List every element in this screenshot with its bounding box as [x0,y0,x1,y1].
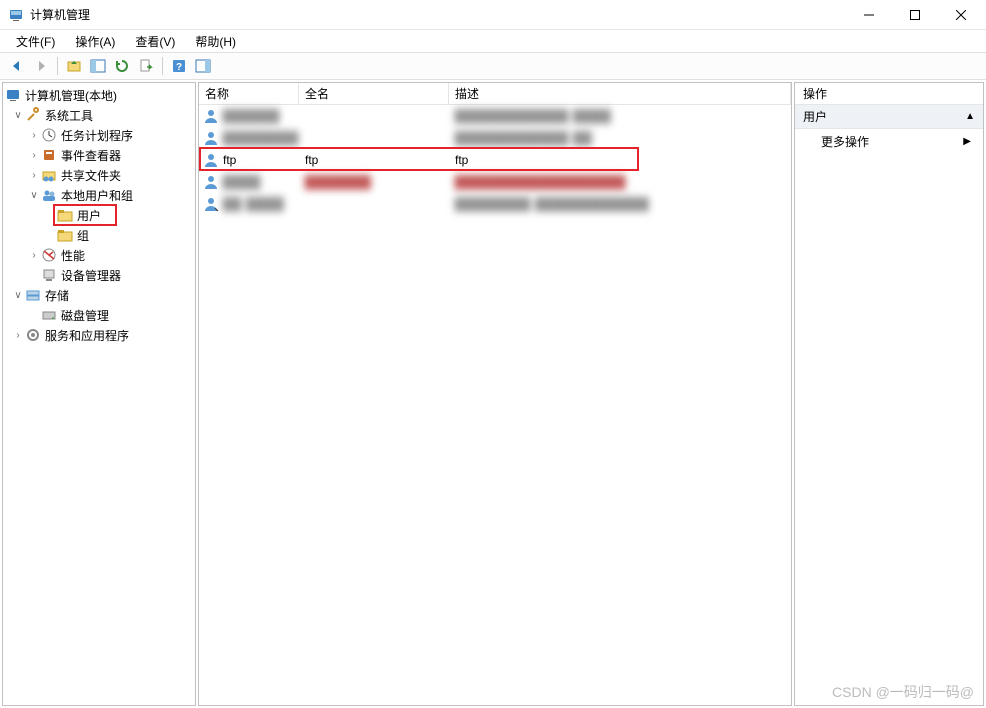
row-name: ftp [223,153,236,167]
event-viewer-icon [41,147,57,163]
tree-services-apps[interactable]: › 服务和应用程序 [3,325,195,345]
expand-icon[interactable]: › [27,150,41,161]
computer-mgmt-icon [5,87,21,103]
main-content: 计算机管理(本地) ∨ 系统工具 › 任务计划程序 › 事件查看器 › 共享文件… [0,80,986,708]
blurred-text: ███████ [305,175,372,189]
action-more[interactable]: 更多操作 ▶ [795,129,983,153]
toolbar-separator [162,57,163,75]
tree-root[interactable]: 计算机管理(本地) [3,85,195,105]
user-icon [203,174,219,190]
services-icon [25,327,41,343]
app-icon [8,7,24,23]
column-description[interactable]: 描述 [449,83,791,104]
window-titlebar: 计算机管理 [0,0,986,30]
blurred-text: ████████ [223,131,299,145]
tree-users[interactable]: 用户 [3,205,195,225]
blurred-text: ████████ ████████████ [455,197,649,211]
toolbar: ? [0,52,986,80]
column-fullname[interactable]: 全名 [299,83,449,104]
collapse-arrow-icon[interactable]: ▲ [965,111,975,122]
tree-event-viewer[interactable]: › 事件查看器 [3,145,195,165]
refresh-button[interactable] [111,55,133,77]
row-desc: ftp [449,153,791,167]
folder-icon [57,207,73,223]
chevron-right-icon: ▶ [963,136,971,147]
blurred-text: ██████████████████ [455,175,626,189]
actions-panel: 操作 用户 ▲ 更多操作 ▶ [794,82,984,706]
menu-action[interactable]: 操作(A) [65,31,125,52]
storage-icon [25,287,41,303]
menu-bar: 文件(F) 操作(A) 查看(V) 帮助(H) [0,30,986,52]
collapse-icon[interactable]: ∨ [11,110,25,121]
tree-groups[interactable]: 组 [3,225,195,245]
user-icon [203,130,219,146]
blurred-text: ██ ████ [223,197,284,211]
help-button[interactable]: ? [168,55,190,77]
tree-system-tools[interactable]: ∨ 系统工具 [3,105,195,125]
disk-icon [41,307,57,323]
tree-task-scheduler[interactable]: › 任务计划程序 [3,125,195,145]
table-row[interactable]: ████ ███████ ██████████████████ [199,171,791,193]
expand-icon[interactable]: › [27,250,41,261]
blurred-text: ████████████ ████ [455,109,611,123]
blurred-text: ████ [223,175,261,189]
menu-file[interactable]: 文件(F) [6,31,65,52]
shared-folder-icon [41,167,57,183]
actions-context: 用户 ▲ [795,105,983,129]
user-icon [203,196,219,212]
expand-icon[interactable]: › [27,170,41,181]
tree-panel[interactable]: 计算机管理(本地) ∨ 系统工具 › 任务计划程序 › 事件查看器 › 共享文件… [2,82,196,706]
folder-icon [57,227,73,243]
column-name[interactable]: 名称 [199,83,299,104]
users-groups-icon [41,187,57,203]
device-mgr-icon [41,267,57,283]
list-rows: ██████ ████████████ ████ ████████ ██████… [199,105,791,215]
minimize-button[interactable] [846,0,892,30]
export-button[interactable] [135,55,157,77]
user-icon [203,152,219,168]
show-hide-tree-button[interactable] [87,55,109,77]
tree-storage[interactable]: ∨ 存储 [3,285,195,305]
window-title: 计算机管理 [30,6,846,23]
menu-view[interactable]: 查看(V) [125,31,185,52]
tree-performance[interactable]: › 性能 [3,245,195,265]
table-row[interactable]: ████████ ████████████ ██ [199,127,791,149]
blurred-text: ████████████ ██ [455,131,592,145]
actions-title: 操作 [795,83,983,105]
collapse-icon[interactable]: ∨ [11,290,25,301]
close-button[interactable] [938,0,984,30]
collapse-icon[interactable]: ∨ [27,190,41,201]
menu-help[interactable]: 帮助(H) [185,31,246,52]
svg-text:?: ? [176,62,182,73]
show-hide-action-pane-button[interactable] [192,55,214,77]
back-button[interactable] [6,55,28,77]
tree-disk-management[interactable]: 磁盘管理 [3,305,195,325]
tree-device-manager[interactable]: 设备管理器 [3,265,195,285]
user-icon [203,108,219,124]
up-button[interactable] [63,55,85,77]
table-row-ftp[interactable]: ftp ftp ftp [199,149,791,171]
maximize-button[interactable] [892,0,938,30]
table-row[interactable]: ██████ ████████████ ████ [199,105,791,127]
toolbar-separator [57,57,58,75]
expand-icon[interactable]: › [11,330,25,341]
tools-icon [25,107,41,123]
table-row[interactable]: ██ ████ ████████ ████████████ [199,193,791,215]
perf-icon [41,247,57,263]
tree-local-users-groups[interactable]: ∨ 本地用户和组 [3,185,195,205]
list-header: 名称 全名 描述 [199,83,791,105]
expand-icon[interactable]: › [27,130,41,141]
row-fullname: ftp [299,153,449,167]
blurred-text: ██████ [223,109,280,123]
list-panel[interactable]: 名称 全名 描述 ██████ ████████████ ████ ██████… [198,82,792,706]
tree-shared-folders[interactable]: › 共享文件夹 [3,165,195,185]
clock-icon [41,127,57,143]
forward-button[interactable] [30,55,52,77]
